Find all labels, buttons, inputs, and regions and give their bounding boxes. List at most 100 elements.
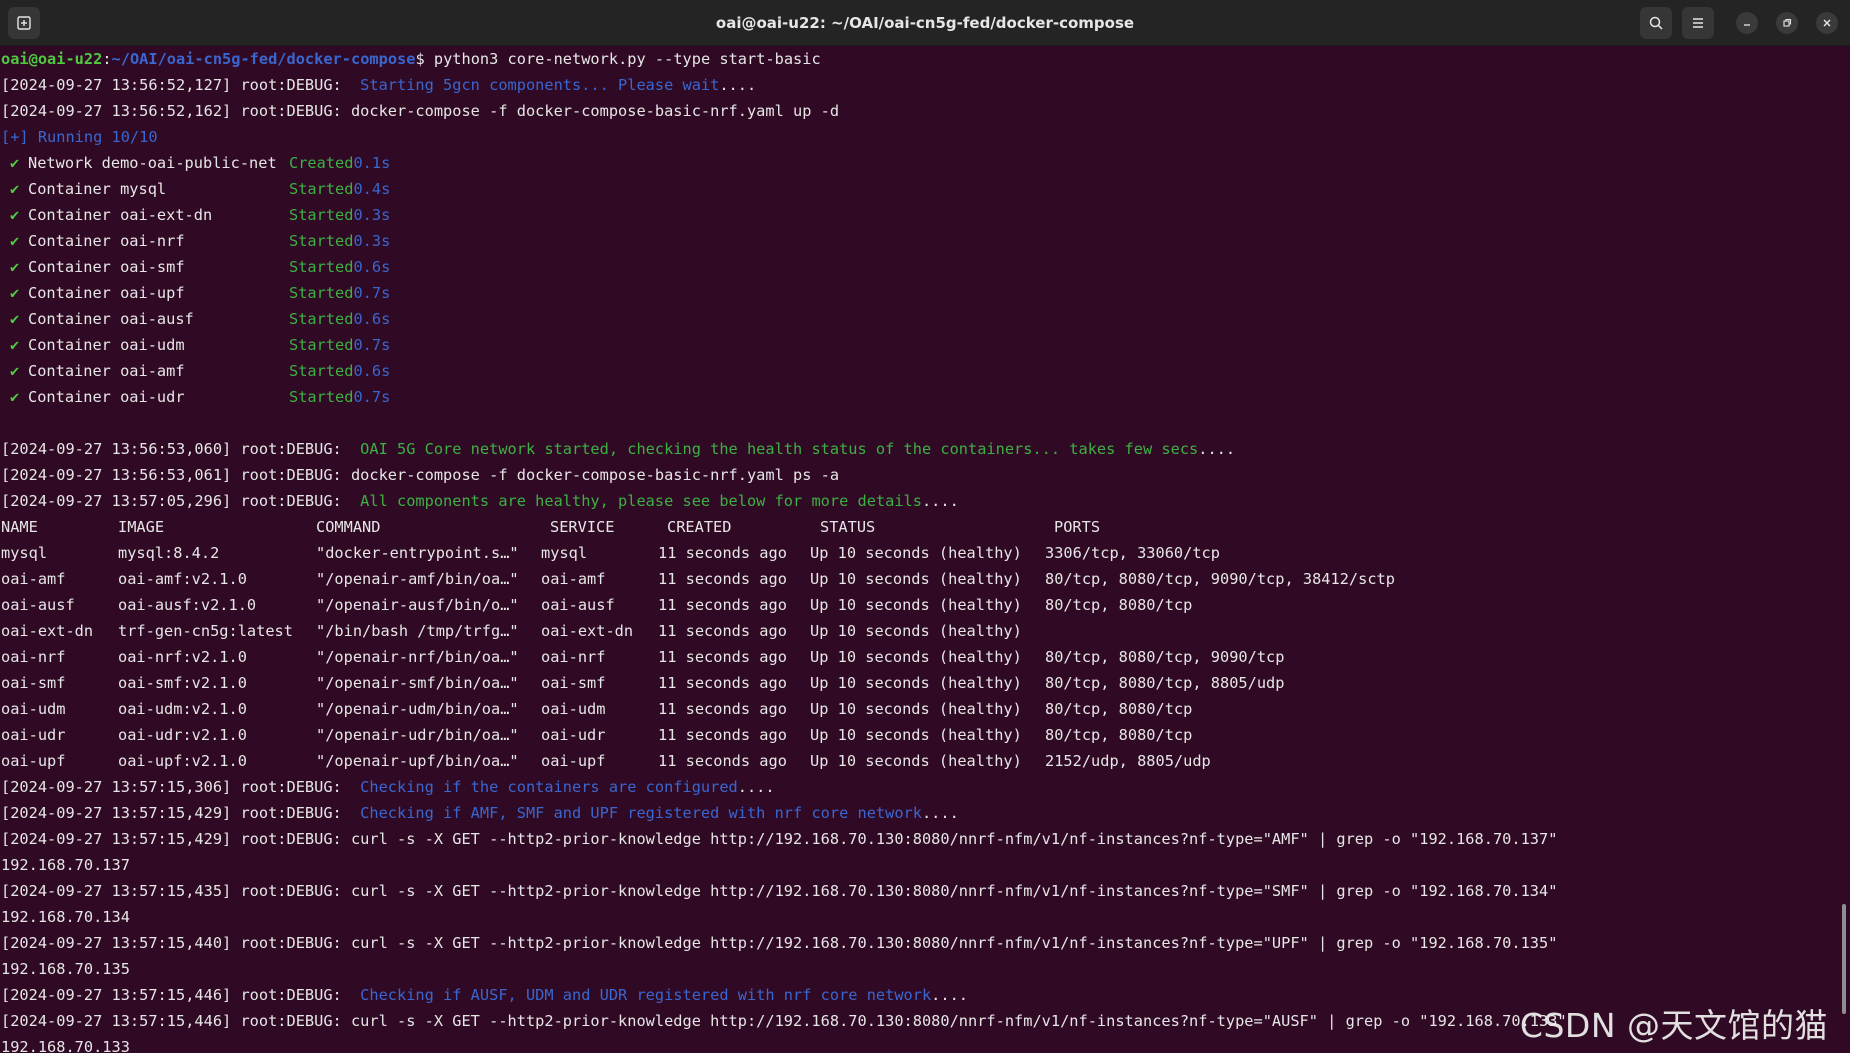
prompt-dollar: $ (415, 50, 434, 68)
log-prefix: [2024-09-27 13:56:53,061] root:DEBUG: do… (1, 466, 840, 484)
compose-item-status: Started0.6s (289, 306, 390, 332)
table-cell: 11 seconds ago (658, 700, 787, 718)
table-cell: "/openair-nrf/bin/oa…" (316, 648, 519, 666)
compose-item-state: Started (289, 180, 354, 198)
compose-item-name: Container oai-ext-dn (28, 206, 213, 224)
log-line: [2024-09-27 13:57:15,440] root:DEBUG: cu… (0, 930, 1836, 956)
table-cell: oai-amf (541, 570, 606, 588)
log-line: 192.168.70.137 (0, 852, 1836, 878)
table-cell: 11 seconds ago (658, 544, 787, 562)
table-cell: 80/tcp, 8080/tcp (1045, 596, 1193, 614)
table-header-row: NAME IMAGE COMMAND SERVICE CREATED STATUS PORT… (0, 514, 1836, 540)
log-line: [2024-09-27 13:57:15,435] root:DEBUG: cu… (0, 878, 1836, 904)
compose-item-status: Started0.7s (289, 280, 390, 306)
table-cell: oai-upf:v2.1.0 (118, 752, 247, 770)
compose-item-state: Started (289, 336, 354, 354)
table-row: oai-ext-dn trf-gen-cn5g:latest "/bin/bash … (0, 618, 1836, 644)
table-cell: oai-ausf (1, 596, 75, 614)
prompt-user: oai@oai-u22 (1, 50, 103, 68)
compose-item: ✔ Container oai-smf Started0.6s (0, 254, 1836, 280)
checkmark-icon: ✔ (10, 310, 20, 328)
table-cell: "/openair-amf/bin/oa…" (316, 570, 519, 588)
log-tail: .... (921, 804, 959, 822)
table-cell: oai-nrf:v2.1.0 (118, 648, 247, 666)
compose-item-status: Started0.6s (289, 358, 390, 384)
table-cell: Up 10 seconds (healthy) (810, 726, 1022, 744)
compose-item-time: 0.6s (353, 258, 391, 276)
table-header-cell: SERVICE (550, 518, 615, 536)
table-cell: Up 10 seconds (healthy) (810, 648, 1022, 666)
compose-item-name: Container mysql (28, 180, 167, 198)
running-status: [+] Running 10/10 (1, 128, 158, 146)
table-header-cell: IMAGE (118, 518, 165, 536)
new-tab-button[interactable] (8, 7, 40, 39)
table-cell: mysql:8.4.2 (118, 544, 220, 562)
close-button[interactable] (1816, 12, 1838, 34)
table-header-cell: COMMAND (316, 518, 381, 536)
new-tab-icon (17, 16, 31, 30)
compose-item-status: Started0.4s (289, 176, 390, 202)
compose-item: ✔ Container oai-ausf Started0.6s (0, 306, 1836, 332)
table-cell: 11 seconds ago (658, 726, 787, 744)
compose-item-state: Started (289, 206, 354, 224)
compose-item: ✔ Container oai-udr Started0.7s (0, 384, 1836, 410)
compose-item: ✔ Container oai-udm Started0.7s (0, 332, 1836, 358)
compose-item-state: Started (289, 232, 354, 250)
log-message: OAI 5G Core network started, checking th… (360, 440, 1199, 458)
log-prefix: 192.168.70.137 (1, 856, 130, 874)
checkmark-icon: ✔ (10, 232, 20, 250)
compose-item-status: Started0.7s (289, 384, 390, 410)
compose-item-name: Container oai-ausf (28, 310, 194, 328)
table-cell: oai-udr (541, 726, 606, 744)
log-mid: [2024-09-27 13:56:53,060] root:DEBUG: OA… (0, 436, 1836, 514)
checkmark-icon: ✔ (10, 206, 20, 224)
table-row: oai-ausf oai-ausf:v2.1.0 "/openair-ausf/bi… (0, 592, 1836, 618)
table-cell: oai-amf:v2.1.0 (118, 570, 247, 588)
table-header-cell: STATUS (820, 518, 876, 536)
table-cell: oai-nrf (541, 648, 606, 666)
menu-button[interactable] (1682, 7, 1714, 39)
search-button[interactable] (1640, 7, 1672, 39)
compose-item-time: 0.7s (353, 284, 391, 302)
compose-item-time: 0.7s (353, 336, 391, 354)
table-row: oai-smf oai-smf:v2.1.0 "/openair-smf/bin/o… (0, 670, 1836, 696)
checkmark-icon: ✔ (10, 362, 20, 380)
log-prefix: [2024-09-27 13:57:15,446] root:DEBUG: cu… (1, 1012, 1567, 1030)
compose-item-state: Started (289, 362, 354, 380)
log-prefix: [2024-09-27 13:57:15,306] root:DEBUG: (1, 778, 361, 796)
window-titlebar: oai@oai-u22: ~/OAI/oai-cn5g-fed/docker-c… (0, 0, 1850, 46)
table-header-cell: NAME (1, 518, 38, 536)
table-row: oai-udm oai-udm:v2.1.0 "/openair-udm/bin/o… (0, 696, 1836, 722)
log-message: Checking if the containers are configure… (360, 778, 738, 796)
table-cell: 2152/udp, 8805/udp (1045, 752, 1211, 770)
maximize-button[interactable] (1776, 12, 1798, 34)
compose-item-state: Started (289, 310, 354, 328)
compose-item: ✔ Container mysql Started0.4s (0, 176, 1836, 202)
compose-item-time: 0.3s (353, 232, 391, 250)
terminal-scrollbar[interactable] (1842, 904, 1846, 1014)
log-prefix: 192.168.70.133 (1, 1038, 130, 1053)
compose-item-time: 0.1s (353, 154, 391, 172)
compose-item-time: 0.6s (353, 310, 391, 328)
table-cell: Up 10 seconds (healthy) (810, 700, 1022, 718)
table-cell: Up 10 seconds (healthy) (810, 544, 1022, 562)
table-cell: oai-smf:v2.1.0 (118, 674, 247, 692)
table-header-cell: CREATED (667, 518, 732, 536)
table-cell: 11 seconds ago (658, 596, 787, 614)
log-line: [2024-09-27 13:57:15,429] root:DEBUG: Ch… (0, 800, 1836, 826)
terminal-output[interactable]: oai@oai-u22:~/OAI/oai-cn5g-fed/docker-co… (0, 46, 1836, 1053)
compose-item-time: 0.3s (353, 206, 391, 224)
minimize-button[interactable] (1736, 12, 1758, 34)
compose-item-name: Network demo-oai-public-net (28, 154, 277, 172)
table-cell: 80/tcp, 8080/tcp, 9090/tcp (1045, 648, 1285, 666)
table-row: oai-amf oai-amf:v2.1.0 "/openair-amf/bin/o… (0, 566, 1836, 592)
compose-item-status: Started0.3s (289, 228, 390, 254)
log-tail: .... (719, 76, 757, 94)
table-cell: "/bin/bash /tmp/trfg…" (316, 622, 519, 640)
compose-item-status: Created0.1s (289, 150, 390, 176)
checkmark-icon: ✔ (10, 388, 20, 406)
log-prefix: 192.168.70.135 (1, 960, 130, 978)
window-title: oai@oai-u22: ~/OAI/oai-cn5g-fed/docker-c… (715, 14, 1135, 32)
log-line: [2024-09-27 13:57:15,429] root:DEBUG: cu… (0, 826, 1836, 852)
log-line: [2024-09-27 13:57:05,296] root:DEBUG: Al… (0, 488, 1836, 514)
